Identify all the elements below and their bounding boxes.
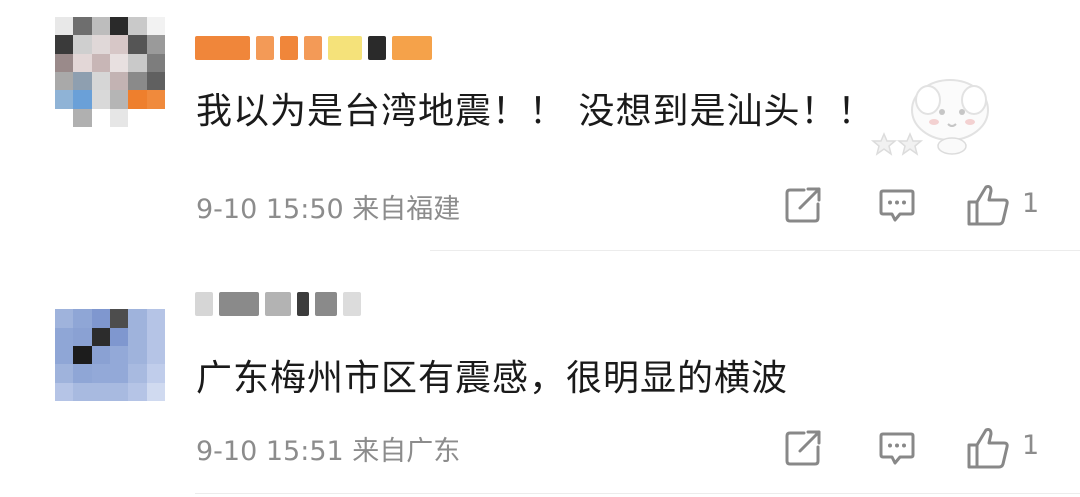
username-blurred[interactable] [195,289,361,319]
avatar[interactable] [55,17,165,127]
like-count: 1 [1022,430,1040,461]
sticker-image [870,78,995,160]
username-blurred[interactable] [195,33,432,63]
share-button[interactable] [782,184,824,226]
reply-icon [879,189,915,222]
reply-icon [879,432,915,465]
comment-meta: 9-10 15:51 来自广东 [196,429,460,468]
comment-item: 广东梅州市区有震感，很明显的横波 9-10 15:51 来自广东 1 [0,252,1080,497]
reply-button[interactable] [876,427,918,469]
share-icon [785,187,821,223]
comment-item: 我以为是台湾地震！！ 没想到是汕头！！ 9-10 15:50 来自福建 1 [0,0,1080,252]
comment-text: 我以为是台湾地震！！ 没想到是汕头！！ [196,91,875,132]
comment-meta: 9-10 15:50 来自福建 [196,187,460,226]
share-button[interactable] [782,427,824,469]
comment-time: 9-10 15:50 [196,194,344,225]
like-button[interactable] [965,182,1011,228]
share-icon [785,430,821,466]
reply-button[interactable] [876,184,918,226]
thumbs-up-icon [967,428,1009,469]
comment-location: 来自福建 [352,194,461,225]
like-count: 1 [1022,188,1040,219]
like-button[interactable] [965,425,1011,471]
comment-text: 广东梅州市区有震感，很明显的横波 [196,358,789,399]
comment-time: 9-10 15:51 [196,436,344,467]
divider [430,250,1080,251]
comment-location: 来自广东 [352,436,461,467]
thumbs-up-icon [967,185,1009,226]
divider [195,493,1080,494]
avatar[interactable] [55,291,165,401]
